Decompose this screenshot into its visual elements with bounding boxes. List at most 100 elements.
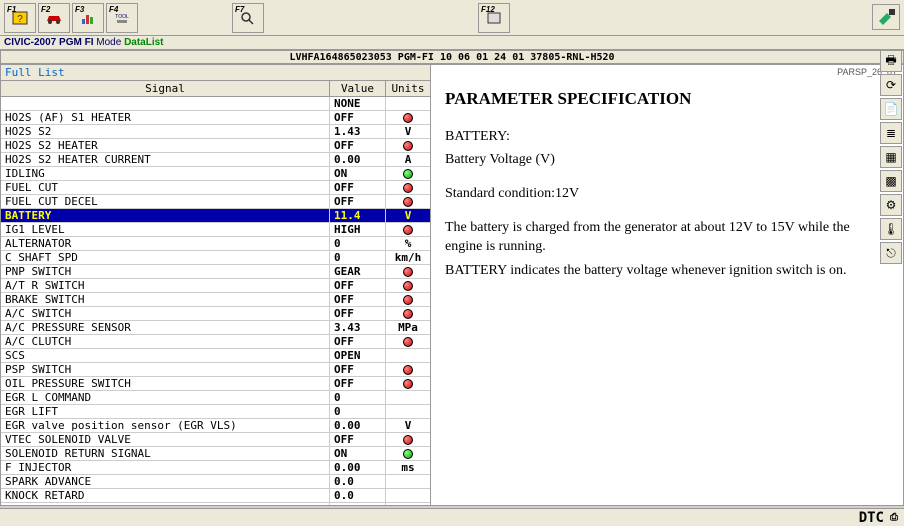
- config-icon[interactable]: ⚙: [880, 194, 902, 216]
- table-row[interactable]: HO2S S2 HEATEROFF: [1, 139, 430, 153]
- signal-value: 0.00: [330, 461, 386, 474]
- table-row[interactable]: A/C CLUTCHOFF: [1, 335, 430, 349]
- signal-value: 0.0: [330, 489, 386, 502]
- f3-chart-button[interactable]: F3: [72, 3, 104, 33]
- signal-name: HO2S S2 HEATER: [1, 139, 330, 152]
- signal-value: OPEN: [330, 349, 386, 362]
- signal-units: %: [386, 237, 430, 250]
- table-row[interactable]: C SHAFT SPD0km/h: [1, 251, 430, 265]
- signal-units: V: [386, 209, 430, 222]
- table-row[interactable]: BRAKE SWITCHOFF: [1, 293, 430, 307]
- signal-units: [386, 111, 430, 124]
- signal-name: FUEL CUT DECEL: [1, 195, 330, 208]
- red-dot-icon: [403, 225, 413, 235]
- signal-name: SCS: [1, 349, 330, 362]
- table-row[interactable]: NONE: [1, 97, 430, 111]
- signal-name: A/T R SWITCH: [1, 279, 330, 292]
- full-list-label: Full List: [1, 65, 430, 81]
- table-row[interactable]: IDLINGON: [1, 167, 430, 181]
- svg-text:?: ?: [17, 14, 23, 25]
- signal-units: [386, 475, 430, 488]
- spec-content: PARAMETER SPECIFICATION BATTERY: Battery…: [431, 79, 903, 292]
- signal-value: NONE: [330, 97, 386, 110]
- table-row[interactable]: HO2S (AF) S1 HEATEROFF: [1, 111, 430, 125]
- doc-icon[interactable]: 📄: [880, 98, 902, 120]
- signal-units: [386, 349, 430, 362]
- signal-value: 0.0: [330, 503, 386, 505]
- thermo-icon[interactable]: 🌡: [880, 218, 902, 240]
- table-row[interactable]: VTEC SOLENOID VALVEOFF: [1, 433, 430, 447]
- red-dot-icon: [403, 281, 413, 291]
- signal-units: [386, 279, 430, 292]
- table-row[interactable]: F INJECTOR0.00ms: [1, 461, 430, 475]
- grid-icon[interactable]: ▦: [880, 146, 902, 168]
- refresh-icon[interactable]: ⟳: [880, 74, 902, 96]
- f1-help-button[interactable]: F1?: [4, 3, 36, 33]
- signal-value: 0.00: [330, 419, 386, 432]
- signal-units: [386, 391, 430, 404]
- table-row[interactable]: PSP SWITCHOFF: [1, 363, 430, 377]
- table-row[interactable]: SOLENOID RETURN SIGNALON: [1, 447, 430, 461]
- spec-pane: PARSP_26_01 PARAMETER SPECIFICATION BATT…: [431, 65, 903, 505]
- signal-units: [386, 377, 430, 390]
- table-row[interactable]: FUEL CUTOFF: [1, 181, 430, 195]
- signal-units: V: [386, 419, 430, 432]
- table-row[interactable]: EGR L COMMAND0: [1, 391, 430, 405]
- spec-id: PARSP_26_01: [431, 65, 903, 79]
- table-row[interactable]: SPARK ADVANCE0.0: [1, 475, 430, 489]
- table-row[interactable]: KNOCK SENSOR0.0: [1, 503, 430, 505]
- signal-units: [386, 293, 430, 306]
- spec-standard: Standard condition:12V: [445, 184, 889, 204]
- signal-value: OFF: [330, 377, 386, 390]
- signal-units: [386, 489, 430, 502]
- red-dot-icon: [403, 365, 413, 375]
- table-row[interactable]: SCSOPEN: [1, 349, 430, 363]
- signal-value: OFF: [330, 293, 386, 306]
- table-row[interactable]: EGR valve position sensor (EGR VLS)0.00V: [1, 419, 430, 433]
- signal-name: KNOCK RETARD: [1, 489, 330, 502]
- signal-value: OFF: [330, 279, 386, 292]
- table-row[interactable]: EGR LIFT0: [1, 405, 430, 419]
- table-row[interactable]: IG1 LEVELHIGH: [1, 223, 430, 237]
- table-row[interactable]: OIL PRESSURE SWITCHOFF: [1, 377, 430, 391]
- f4-tool-button[interactable]: F4TOOL: [106, 3, 138, 33]
- table-row[interactable]: A/T R SWITCHOFF: [1, 279, 430, 293]
- signal-value: 0.0: [330, 475, 386, 488]
- signal-value: OFF: [330, 111, 386, 124]
- signal-units: [386, 265, 430, 278]
- table-row[interactable]: BATTERY11.4V: [1, 209, 430, 223]
- table-row[interactable]: A/C PRESSURE SENSOR3.43MPa: [1, 321, 430, 335]
- signal-name: BATTERY: [1, 209, 330, 222]
- table-row[interactable]: PNP SWITCHGEAR: [1, 265, 430, 279]
- signal-value: 0.00: [330, 153, 386, 166]
- signal-units: [386, 307, 430, 320]
- table-row[interactable]: FUEL CUT DECELOFF: [1, 195, 430, 209]
- signal-name: FUEL CUT: [1, 181, 330, 194]
- matrix-icon[interactable]: ▩: [880, 170, 902, 192]
- signal-value: 0: [330, 405, 386, 418]
- exit-icon[interactable]: ⎋: [880, 242, 902, 264]
- spec-desc1: The battery is charged from the generato…: [445, 218, 889, 257]
- spec-param-name: Battery Voltage (V): [445, 150, 889, 170]
- table-row[interactable]: ALTERNATOR0%: [1, 237, 430, 251]
- signal-name: C SHAFT SPD: [1, 251, 330, 264]
- signal-name: F INJECTOR: [1, 461, 330, 474]
- connector-icon[interactable]: [872, 4, 900, 30]
- col-value: Value: [330, 81, 386, 96]
- signal-value: OFF: [330, 307, 386, 320]
- table-row[interactable]: A/C SWITCHOFF: [1, 307, 430, 321]
- green-dot-icon: [403, 169, 413, 179]
- signal-name: HO2S (AF) S1 HEATER: [1, 111, 330, 124]
- f12-button[interactable]: F12: [478, 3, 510, 33]
- signal-table-body[interactable]: NONEHO2S (AF) S1 HEATEROFFHO2S S21.43VHO…: [1, 97, 430, 505]
- red-dot-icon: [403, 309, 413, 319]
- f7-search-button[interactable]: F7: [232, 3, 264, 33]
- signal-value: ON: [330, 447, 386, 460]
- status-icon: ⎙: [890, 512, 898, 523]
- table-row[interactable]: HO2S S21.43V: [1, 125, 430, 139]
- table-row[interactable]: KNOCK RETARD0.0: [1, 489, 430, 503]
- print-icon[interactable]: 🖶: [880, 50, 902, 72]
- f2-vehicle-button[interactable]: F2: [38, 3, 70, 33]
- list-icon[interactable]: ≣: [880, 122, 902, 144]
- table-row[interactable]: HO2S S2 HEATER CURRENT0.00A: [1, 153, 430, 167]
